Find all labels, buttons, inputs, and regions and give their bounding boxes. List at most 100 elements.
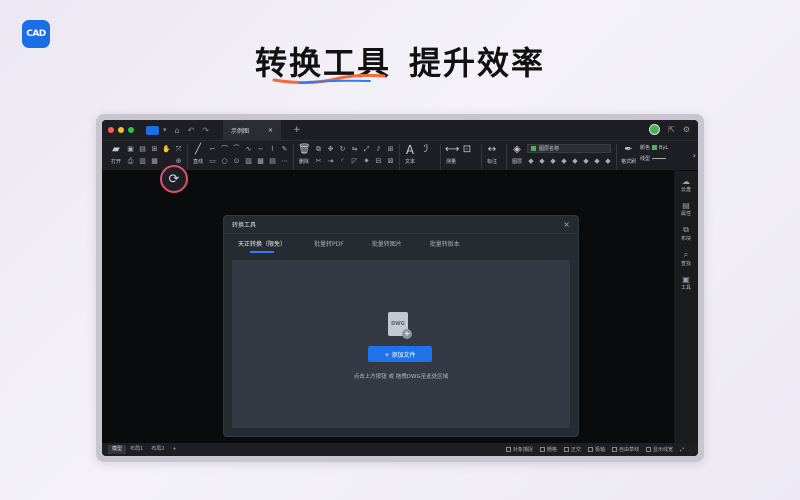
fillet-icon[interactable]: ◜ [338, 156, 347, 167]
sidebar-item-tools[interactable]: ▣ 工具 [681, 275, 691, 291]
tab-batch-pdf[interactable]: 批量转PDF [314, 234, 344, 256]
layer-select[interactable]: 图层名称 [527, 144, 611, 153]
measure-button[interactable]: ⟷ 测量 [445, 144, 459, 165]
annotate-button[interactable]: ↔ 标注 [486, 144, 498, 165]
toggle-grid[interactable]: 栅格 [539, 446, 557, 453]
redo-icon[interactable]: ↷ [202, 126, 209, 135]
plus-icon: + [402, 329, 412, 339]
chevron-right-icon[interactable]: › [693, 151, 696, 160]
delete-button[interactable]: 🗑 删除 [298, 144, 311, 165]
pdf-icon[interactable]: ▥ [138, 156, 147, 167]
extend-icon[interactable]: ⇥ [326, 156, 335, 167]
tab-batch-version[interactable]: 批量转版本 [430, 234, 460, 256]
arc2-icon[interactable]: ⁀ [232, 144, 241, 155]
chamfer-icon[interactable]: ◸ [350, 156, 359, 167]
arc-icon[interactable]: ⌒ [220, 144, 229, 155]
maximize-window-button[interactable] [128, 127, 134, 133]
circle-icon[interactable]: ○ [220, 156, 229, 167]
tab-close-icon[interactable]: × [268, 127, 273, 134]
print-icon[interactable]: ⎙ [126, 156, 135, 167]
text-style-button[interactable]: ℐ [420, 144, 432, 156]
tab-batch-image[interactable]: 批量转图片 [372, 234, 402, 256]
more-icon[interactable]: ⋯ [280, 156, 289, 167]
ellipse-icon[interactable]: ⊙ [232, 156, 241, 167]
tab-tangent-convert[interactable]: 天正转换（限免） [238, 234, 286, 256]
sidebar-item-properties[interactable]: ▤ 属性 [681, 201, 691, 217]
add-tab-button[interactable]: + [293, 125, 301, 135]
minimize-window-button[interactable] [118, 127, 124, 133]
add-file-button[interactable]: + 添加文件 [368, 346, 432, 362]
format-painter-button[interactable]: ✒ 格式刷 [621, 144, 636, 165]
offset-icon[interactable]: ⫽ [374, 144, 383, 155]
color-select[interactable]: 颜色 ByL [640, 144, 668, 152]
move-icon[interactable]: ✥ [326, 144, 335, 155]
layer-tool-icon[interactable]: ◆ [582, 156, 590, 165]
undo-icon[interactable]: ↶ [188, 126, 195, 135]
cloud-icon: ☁ [681, 177, 690, 186]
sidebar-item-find[interactable]: ⌕ 查找 [681, 250, 691, 267]
line-button[interactable]: ╱ 直线 [192, 144, 204, 165]
save-icon[interactable]: ▣ [126, 144, 135, 155]
drop-zone[interactable]: DWG + + 添加文件 点击上方按钮 或 拖拽DWG至此处区域 [232, 260, 570, 428]
layer-button[interactable]: ◈ 图层 [511, 144, 523, 165]
close-icon[interactable]: × [563, 220, 570, 229]
layer-tool-icon[interactable]: ◆ [527, 156, 535, 165]
tab-layout2[interactable]: 布局2 [147, 445, 168, 454]
spline2-icon[interactable]: ∼ [256, 144, 265, 155]
layer-tool-icon[interactable]: ◆ [604, 156, 612, 165]
avatar[interactable] [649, 124, 661, 135]
tab-drawing[interactable]: 示例图 × [223, 120, 281, 140]
modify-tools: ⧉ ✥ ↻ ⇋ ⤢ ⫽ ⊞ ✂ ⇥ ◜ ◸ ✷ ⊟ ⊠ [314, 144, 395, 167]
layer-tool-icon[interactable]: ◆ [593, 156, 601, 165]
gear-icon[interactable]: ⚙ [683, 125, 690, 134]
app-menu-icon[interactable] [146, 125, 159, 135]
layer-tool-icon[interactable]: ◆ [538, 156, 546, 165]
polyline-icon[interactable]: ⌐ [208, 144, 217, 155]
convert-tool-button[interactable]: ⟳ [160, 165, 188, 193]
save-as-icon[interactable]: ▤ [138, 144, 147, 155]
rotate-icon[interactable]: ↻ [338, 144, 347, 155]
revcloud-icon[interactable]: ⌇ [268, 144, 277, 155]
break-icon[interactable]: ⊟ [374, 156, 383, 167]
hatch-icon[interactable]: ▧ [244, 156, 253, 167]
sidebar-item-blocks[interactable]: ⧉ 布块 [681, 225, 691, 242]
trim-icon[interactable]: ✂ [314, 156, 323, 167]
sidebar-item-cloud[interactable]: ☁ 云盘 [681, 177, 691, 193]
fit-icon[interactable]: ⤧ [174, 144, 183, 155]
tab-layout1[interactable]: 布局1 [126, 445, 147, 454]
block-icon[interactable]: ▩ [256, 156, 265, 167]
image-icon[interactable]: ▦ [150, 156, 159, 167]
fullscreen-icon[interactable]: ⤢ [680, 447, 684, 453]
chevron-down-icon[interactable]: ▾ [163, 126, 167, 134]
toggle-lineweight[interactable]: 显示线宽 [645, 446, 673, 453]
open-button[interactable]: ▰ 打开 [110, 144, 122, 165]
table-icon[interactable]: ▤ [268, 156, 277, 167]
toggle-osnap[interactable]: 对象捕捉 [505, 446, 533, 453]
export-icon[interactable]: ⊞ [150, 144, 159, 155]
explode-icon[interactable]: ✷ [362, 156, 371, 167]
layer-tool-icon[interactable]: ◆ [571, 156, 579, 165]
linetype-select[interactable]: 线型 [640, 155, 668, 162]
text-button[interactable]: A 文本 [404, 144, 416, 165]
hand-icon[interactable]: ✋ [162, 144, 171, 155]
spline-icon[interactable]: ∿ [244, 144, 253, 155]
close-window-button[interactable] [108, 127, 114, 133]
copy-icon[interactable]: ⧉ [314, 144, 323, 155]
array-icon[interactable]: ⊞ [386, 144, 395, 155]
toggle-polar[interactable]: 极轴 [587, 446, 605, 453]
rect-icon[interactable]: ▭ [208, 156, 217, 167]
home-icon[interactable]: ⌂ [175, 126, 180, 135]
join-icon[interactable]: ⊠ [386, 156, 395, 167]
toggle-freehand[interactable]: 自由草线 [611, 446, 639, 453]
underline-swoosh [272, 73, 386, 85]
tab-model[interactable]: 模型 [108, 445, 127, 454]
layer-tool-icon[interactable]: ◆ [560, 156, 568, 165]
add-layout-button[interactable]: + [168, 445, 180, 454]
measure2-button[interactable]: ⊡ [461, 144, 473, 156]
mirror-icon[interactable]: ⇋ [350, 144, 359, 155]
pen-icon[interactable]: ✎ [280, 144, 289, 155]
share-icon[interactable]: ⇱ [668, 125, 675, 134]
toggle-ortho[interactable]: 正交 [563, 446, 581, 453]
layer-tool-icon[interactable]: ◆ [549, 156, 557, 165]
scale-icon[interactable]: ⤢ [362, 144, 371, 155]
